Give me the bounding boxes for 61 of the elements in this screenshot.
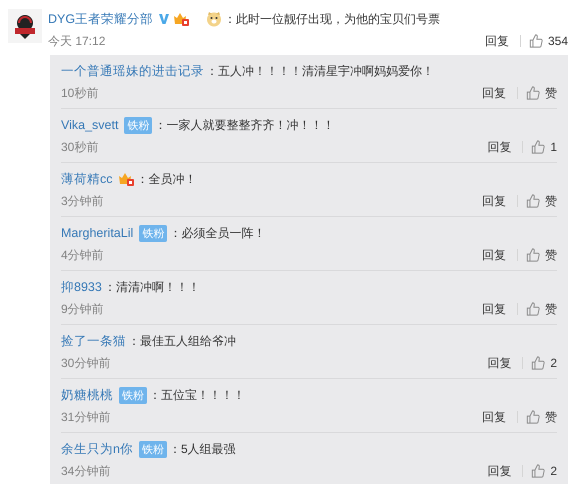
- like-count[interactable]: 赞: [545, 246, 557, 264]
- like-count[interactable]: 1: [550, 140, 557, 154]
- user-name[interactable]: DYG王者荣耀分部: [48, 10, 154, 28]
- fan-badge: 铁粉: [138, 440, 167, 458]
- reply-text: ：五人冲！！！！清清星宇冲啊妈妈爱你！: [206, 62, 434, 80]
- reply-text: ：最佳五人组给爷冲: [128, 332, 236, 350]
- user-name[interactable]: 抑8933: [61, 278, 102, 296]
- reply-link[interactable]: 回复: [487, 354, 512, 372]
- like-count[interactable]: 赞: [545, 84, 557, 102]
- user-name[interactable]: 一个普通瑶妹的进击记录: [61, 62, 204, 80]
- user-name[interactable]: MargheritaLil: [61, 226, 134, 240]
- reply-time: 30分钟前: [61, 354, 110, 372]
- like-count[interactable]: 2: [550, 356, 557, 370]
- reply-text: ：必须全员一阵！: [169, 224, 266, 242]
- like-count[interactable]: 2: [550, 464, 557, 478]
- thumbs-up-icon: [526, 248, 540, 262]
- fan-badge: 铁粉: [119, 386, 147, 404]
- thumbs-up-icon: [526, 302, 540, 316]
- user-name[interactable]: 薄荷精cc: [61, 170, 112, 188]
- like-count[interactable]: 354: [548, 34, 568, 48]
- like-count[interactable]: 赞: [545, 408, 557, 426]
- user-name[interactable]: 奶糖桃桃: [61, 386, 113, 404]
- fan-badge: 铁粉: [139, 224, 168, 242]
- like-count[interactable]: 赞: [545, 300, 557, 318]
- reply-time: 31分钟前: [61, 408, 110, 426]
- reply-link[interactable]: 回复: [482, 300, 506, 318]
- reply-time: 9分钟前: [61, 300, 104, 318]
- reply-text: ：清清冲啊！！！: [104, 278, 200, 296]
- reply-time: 30秒前: [61, 138, 98, 156]
- avatar[interactable]: [8, 9, 42, 43]
- crown-badge-icon: [173, 12, 190, 26]
- reply-text: ：一家人就要整整齐齐！冲！！！: [154, 116, 334, 134]
- reply-link[interactable]: 回复: [484, 32, 509, 50]
- reply-text: ：五位宝！！！！: [149, 386, 245, 404]
- user-name[interactable]: 捡了一条猫: [61, 332, 126, 350]
- reply-time: 4分钟前: [61, 246, 104, 264]
- reply-time: 3分钟前: [61, 192, 104, 210]
- reply-link[interactable]: 回复: [487, 138, 512, 156]
- reply-link[interactable]: 回复: [482, 408, 506, 426]
- crown-badge-icon: [118, 172, 134, 186]
- thumbs-up-icon: [531, 140, 546, 154]
- fan-badge: 铁粉: [124, 116, 152, 134]
- thumbs-up-icon: [526, 194, 540, 208]
- reply-text: ：5人组最强: [168, 440, 236, 458]
- reply-time: 34分钟前: [61, 462, 110, 480]
- reply-link[interactable]: 回复: [482, 246, 506, 264]
- comment-time: 今天 17:12: [48, 32, 106, 50]
- reply-time: 10秒前: [61, 84, 98, 102]
- thumbs-up-icon: [526, 86, 540, 100]
- user-name[interactable]: Vika_svett: [61, 118, 118, 132]
- user-name[interactable]: 余生只为n你: [61, 440, 133, 458]
- like-count[interactable]: 赞: [545, 192, 557, 210]
- thumbs-up-icon: [531, 356, 546, 370]
- reply-text: ：全员冲！: [136, 170, 196, 188]
- reply-link[interactable]: 回复: [482, 192, 506, 210]
- reply-link[interactable]: 回复: [487, 462, 512, 480]
- thumbs-up-icon: [528, 34, 543, 48]
- comment-text: ：此时一位靓仔出现，为他的宝贝们号票: [224, 10, 440, 28]
- reply-link[interactable]: 回复: [482, 84, 506, 102]
- thumbs-up-icon: [531, 464, 546, 478]
- thumbs-up-icon: [526, 410, 540, 424]
